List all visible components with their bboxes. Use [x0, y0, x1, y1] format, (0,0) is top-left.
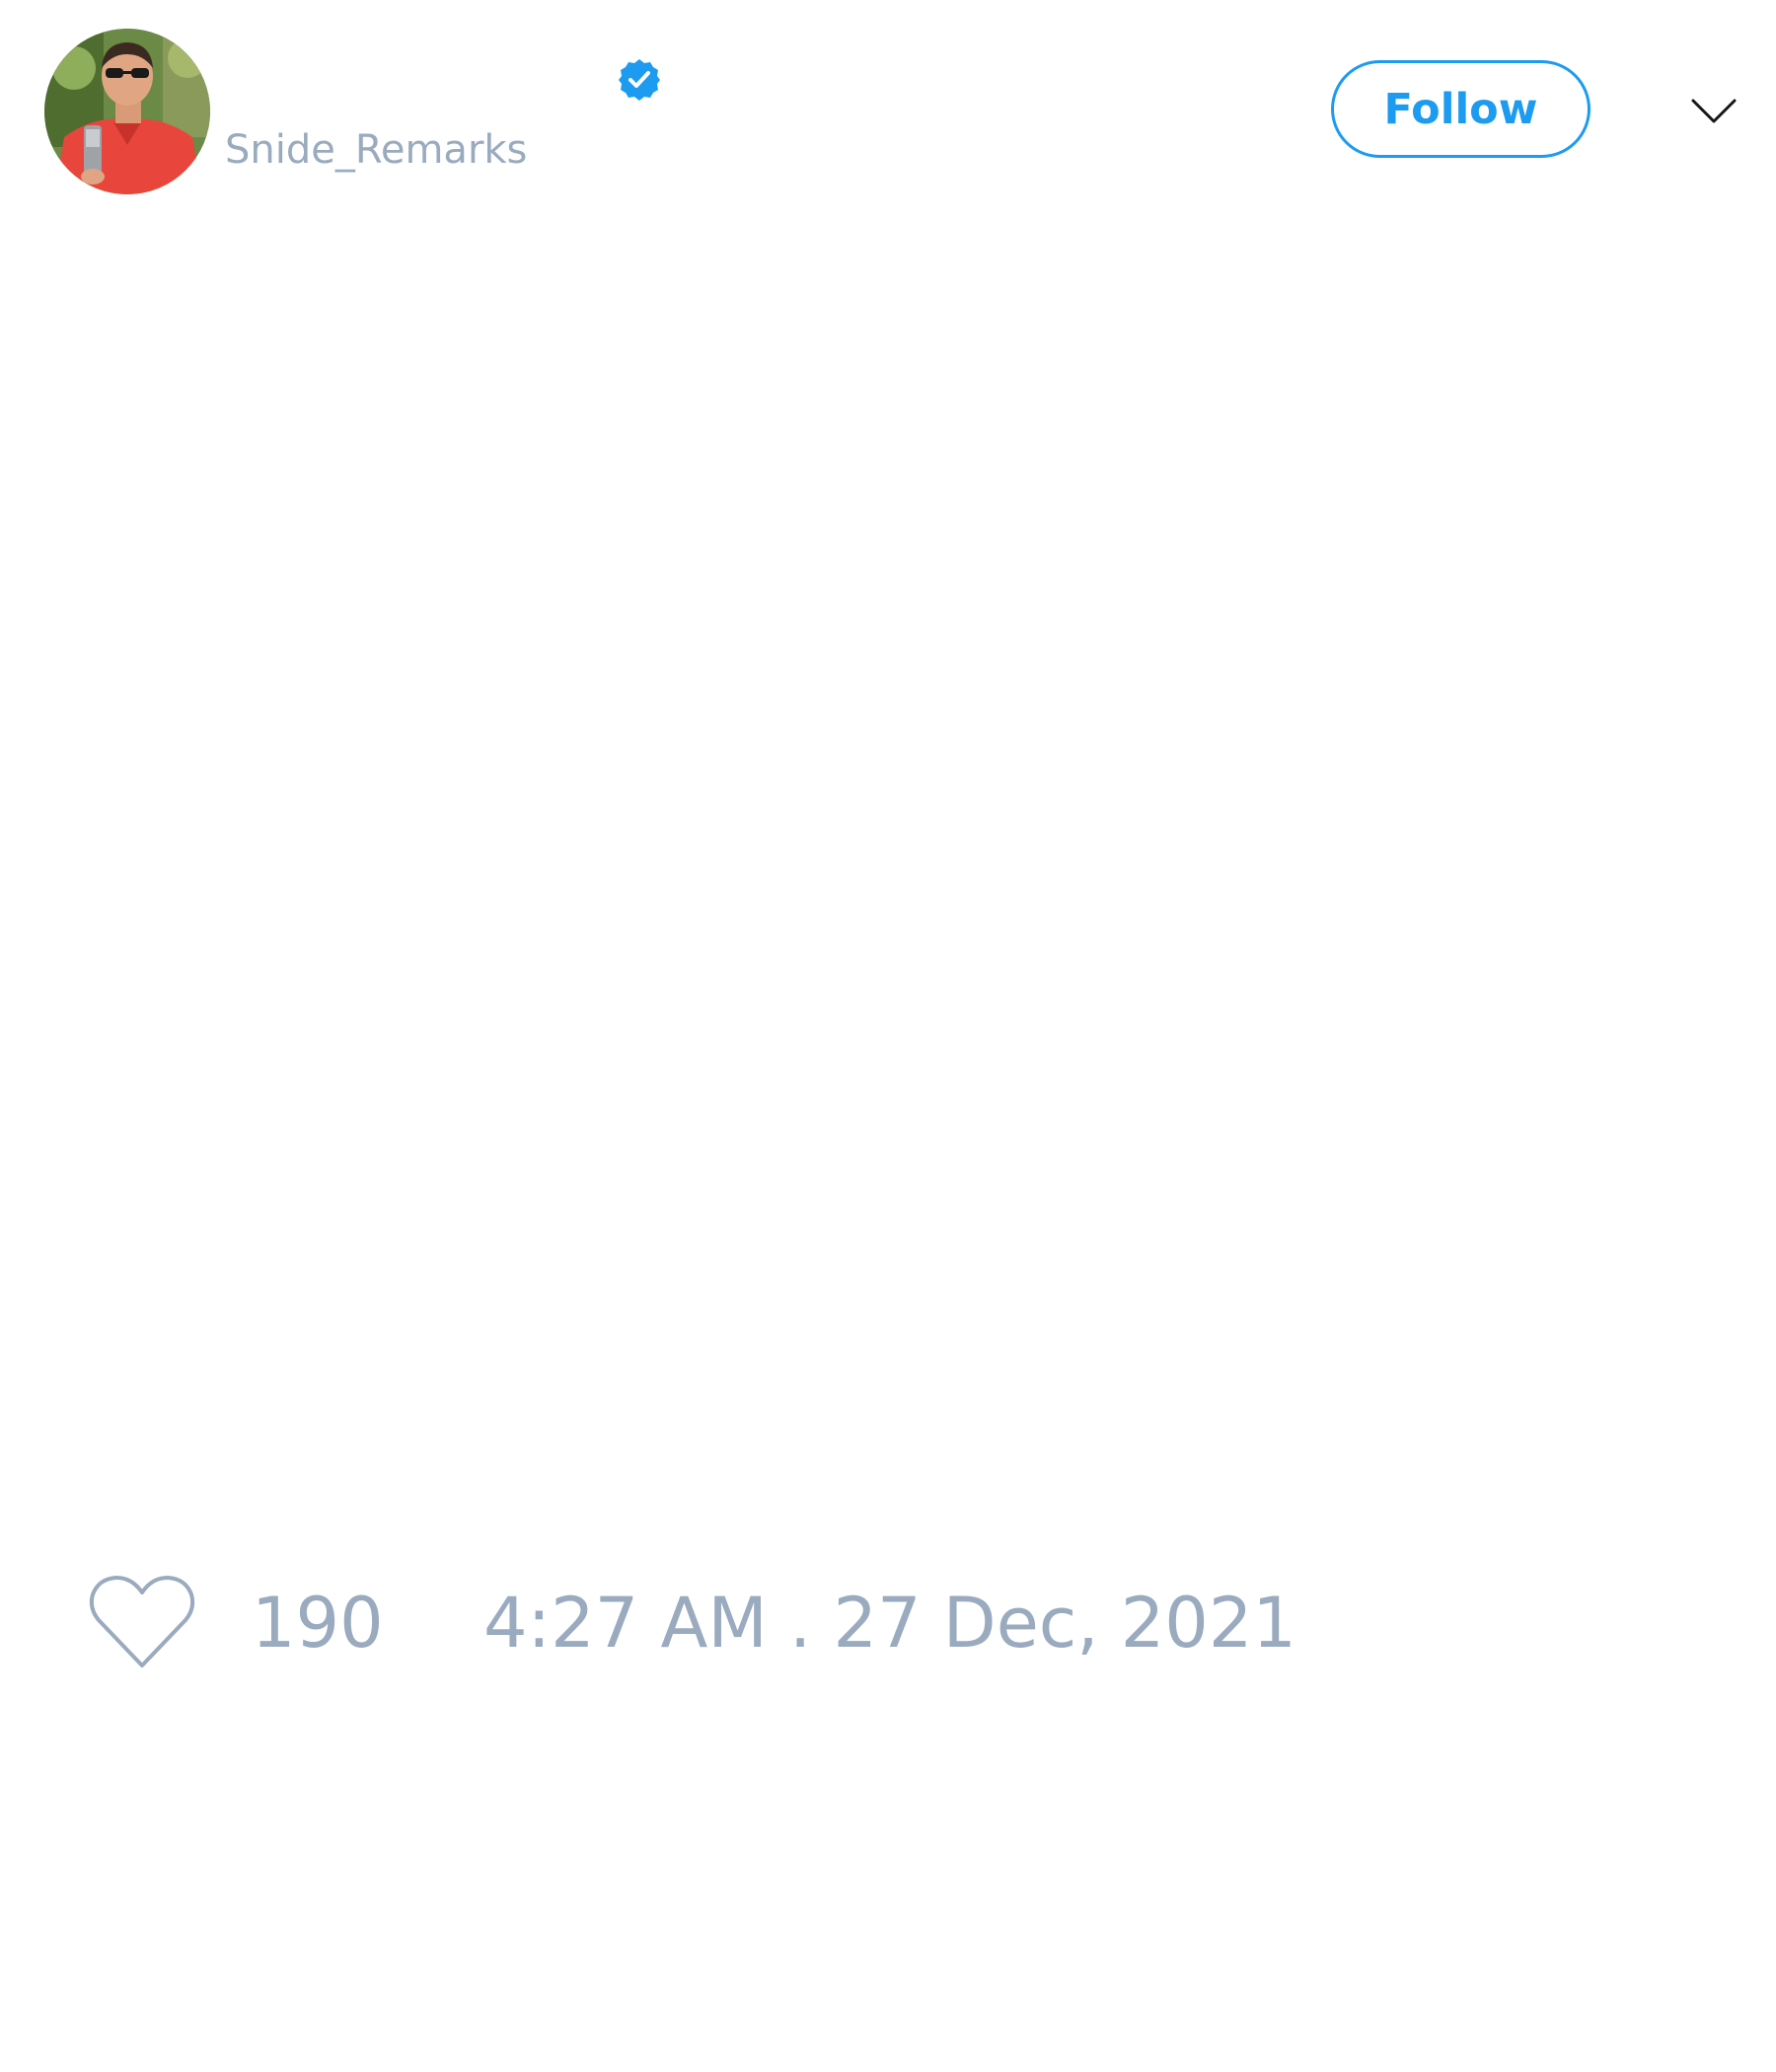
- heart-icon: [89, 1576, 195, 1667]
- like-count: 190: [252, 1583, 384, 1664]
- verified-badge-icon: [617, 57, 662, 103]
- tweet-timestamp[interactable]: 4:27 AM . 27 Dec, 2021: [483, 1584, 1296, 1663]
- chevron-down-icon: [1691, 99, 1737, 123]
- follow-button[interactable]: Follow: [1331, 60, 1591, 158]
- more-options-button[interactable]: [1689, 87, 1739, 136]
- tweet-card: Snide_Remarks Follow 190 4:27 AM . 27 De…: [0, 0, 1776, 2072]
- avatar[interactable]: [44, 29, 210, 194]
- user-handle[interactable]: Snide_Remarks: [225, 125, 527, 175]
- like-button[interactable]: [87, 1573, 197, 1671]
- avatar-image: [44, 29, 210, 194]
